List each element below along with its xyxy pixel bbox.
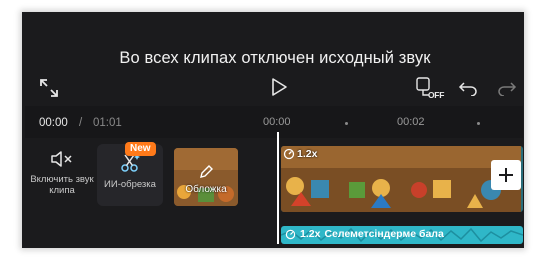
- add-clip-button[interactable]: [491, 160, 521, 190]
- new-badge: New: [125, 142, 156, 156]
- video-editor: Во всех клипах отключен исходный звук OF…: [25, 30, 523, 244]
- playhead[interactable]: [277, 132, 279, 244]
- clip-speed-indicator: 1.2x: [283, 148, 317, 160]
- notification-toast: Во всех клипах отключен исходный звук: [75, 39, 475, 77]
- cover-button[interactable]: Обложка: [174, 148, 238, 206]
- tick-label: 00:00: [263, 116, 291, 128]
- pencil-icon: [200, 165, 213, 178]
- audio-info: 1.2x Селеметсіндерме бала: [285, 228, 444, 240]
- play-icon[interactable]: [270, 77, 288, 97]
- tick-dot: [345, 122, 348, 125]
- clip-frame: [401, 146, 461, 212]
- cover-label: Обложка: [185, 184, 227, 195]
- time-separator: /: [79, 117, 83, 129]
- current-time: 00:00: [39, 117, 68, 129]
- audio-title: Селеметсіндерме бала: [324, 228, 444, 240]
- ai-cut-label: ИИ-обрезка: [104, 179, 156, 190]
- audio-speed: 1.2x: [300, 228, 321, 240]
- total-time: 01:01: [93, 117, 122, 129]
- fullscreen-icon[interactable]: [39, 78, 59, 98]
- redo-icon[interactable]: [497, 80, 517, 96]
- speed-icon: [283, 148, 295, 160]
- keyframe-state: OFF: [428, 90, 445, 100]
- toast-text: Во всех клипах отключен исходный звук: [119, 48, 431, 67]
- plus-icon: [499, 168, 513, 182]
- enable-clip-audio-label: Включить звук клипа: [30, 174, 94, 196]
- speaker-mute-icon: [51, 151, 72, 167]
- enable-clip-audio-button[interactable]: Включить звук клипа: [29, 148, 95, 196]
- audio-track[interactable]: 1.2x Селеметсіндерме бала: [281, 226, 523, 244]
- clip-speed-value: 1.2x: [297, 148, 318, 160]
- timeline-ruler: 00:00 / 01:01 00:00 00:02: [25, 106, 523, 138]
- undo-icon[interactable]: [458, 80, 478, 96]
- video-clip[interactable]: 1.2x: [281, 146, 523, 212]
- tick-label: 00:02: [397, 116, 425, 128]
- tick-dot: [477, 122, 480, 125]
- clip-frame: [341, 146, 401, 212]
- speed-icon: [285, 229, 296, 239]
